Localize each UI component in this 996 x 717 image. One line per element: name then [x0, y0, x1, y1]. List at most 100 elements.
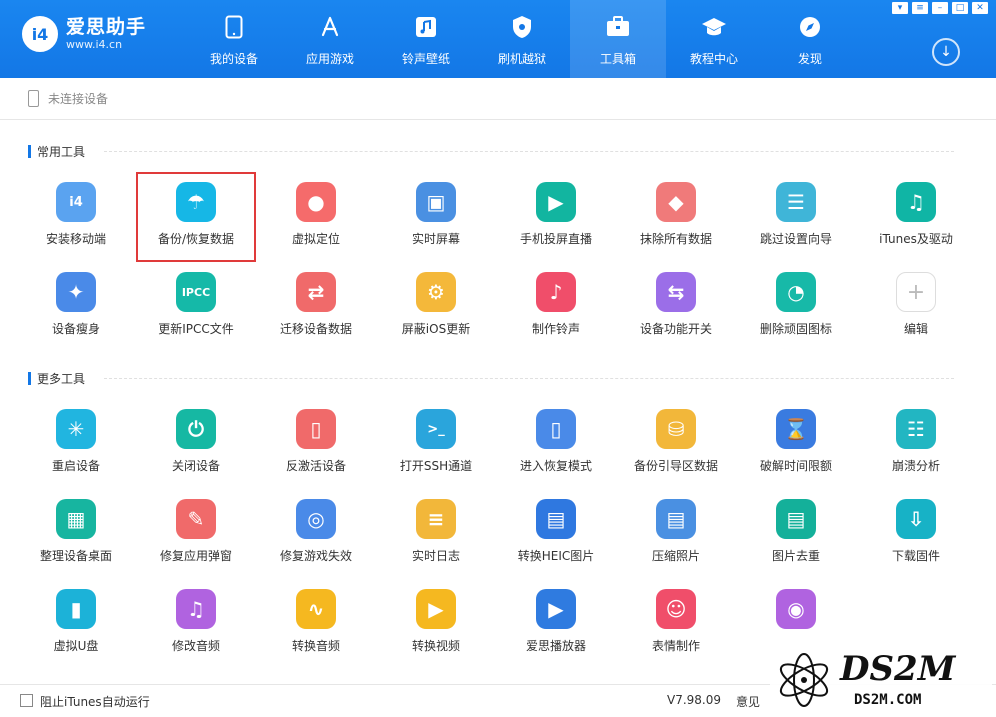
tool-label: 备份引导区数据 [633, 459, 718, 473]
device-status-bar: 未连接设备 [0, 78, 996, 120]
tool-label: 进入恢复模式 [519, 459, 592, 473]
tool-more-1[interactable]: ⏻ 关闭设备 [136, 399, 256, 489]
shield-icon [509, 14, 535, 40]
tool-common-8[interactable]: ✦ 设备瘦身 [16, 262, 136, 352]
app-store-icon [317, 14, 343, 40]
tool-common-0[interactable]: i4 安装移动端 [16, 172, 136, 262]
tool-more-7[interactable]: ☷ 崩溃分析 [856, 399, 976, 489]
tool-icon: ◉ [776, 589, 816, 629]
tool-icon: ✎ [176, 499, 216, 539]
tool-more-2[interactable]: ▯ 反激活设备 [256, 399, 376, 489]
tool-label: 修复应用弹窗 [159, 549, 232, 563]
tool-label: 迁移设备数据 [279, 322, 352, 336]
tool-more-8[interactable]: ▦ 整理设备桌面 [16, 489, 136, 579]
tool-common-2[interactable]: ● 虚拟定位 [256, 172, 376, 262]
tool-more-14[interactable]: ▤ 图片去重 [736, 489, 856, 579]
nav-tutorials[interactable]: 教程中心 [666, 0, 762, 78]
tool-more-4[interactable]: ▯ 进入恢复模式 [496, 399, 616, 489]
tool-more-0[interactable]: ✳ 重启设备 [16, 399, 136, 489]
tool-label: 崩溃分析 [891, 459, 940, 473]
tool-icon: ◎ [296, 499, 336, 539]
tool-more-17[interactable]: ♫ 修改音频 [136, 579, 256, 669]
block-itunes-checkbox[interactable] [20, 694, 33, 707]
tool-common-9[interactable]: IPCC 更新IPCC文件 [136, 262, 256, 352]
tool-icon: ◆ [656, 182, 696, 222]
tool-common-14[interactable]: ◔ 删除顽固图标 [736, 262, 856, 352]
tool-common-3[interactable]: ▣ 实时屏幕 [376, 172, 496, 262]
tool-more-12[interactable]: ▤ 转换HEIC图片 [496, 489, 616, 579]
tool-more-10[interactable]: ◎ 修复游戏失效 [256, 489, 376, 579]
tool-more-13[interactable]: ▤ 压缩照片 [616, 489, 736, 579]
feedback-link[interactable]: 意见 [736, 693, 760, 710]
tool-label: 手机投屏直播 [519, 232, 592, 246]
close-icon[interactable]: ✕ [972, 2, 988, 14]
tool-common-7[interactable]: ♫ iTunes及驱动 [856, 172, 976, 262]
common-tools-grid: i4 安装移动端 ☂ 备份/恢复数据 ● 虚拟定位 ▣ 实时屏幕 ▶ 手机投屏直播 ◆ 抹除所有数据 ☰… [16, 172, 976, 352]
tool-label: 转换视频 [411, 639, 460, 653]
tool-more-15[interactable]: ⇩ 下载固件 [856, 489, 976, 579]
skin-icon[interactable]: ▾ [892, 2, 908, 14]
menu-icon[interactable]: ≡ [912, 2, 928, 14]
tool-more-11[interactable]: ≡ 实时日志 [376, 489, 496, 579]
tool-common-13[interactable]: ⇆ 设备功能开关 [616, 262, 736, 352]
nav-flash-jailbreak[interactable]: 刷机越狱 [474, 0, 570, 78]
tool-more-19[interactable]: ▶ 转换视频 [376, 579, 496, 669]
maximize-icon[interactable]: □ [952, 2, 968, 14]
tool-label: 更新IPCC文件 [158, 322, 234, 336]
tool-label: 表情制作 [651, 639, 700, 653]
tool-common-6[interactable]: ☰ 跳过设置向导 [736, 172, 856, 262]
tool-common-4[interactable]: ▶ 手机投屏直播 [496, 172, 616, 262]
device-status-text: 未连接设备 [48, 92, 109, 106]
tool-more-20[interactable]: ▶ 爱思播放器 [496, 579, 616, 669]
tool-common-11[interactable]: ⚙ 屏蔽iOS更新 [376, 262, 496, 352]
tool-common-5[interactable]: ◆ 抹除所有数据 [616, 172, 736, 262]
tool-label: 打开SSH通道 [399, 459, 473, 473]
nav-ringtones[interactable]: 铃声壁纸 [378, 0, 474, 78]
tool-more-3[interactable]: >_ 打开SSH通道 [376, 399, 496, 489]
download-icon[interactable]: ↓ [932, 38, 960, 66]
tool-more-16[interactable]: ▮ 虚拟U盘 [16, 579, 136, 669]
tool-label: 图片去重 [771, 549, 820, 563]
nav-discover[interactable]: 发现 [762, 0, 858, 78]
nav-apps-games[interactable]: 应用游戏 [282, 0, 378, 78]
tool-more-21[interactable]: ☺ 表情制作 [616, 579, 736, 669]
logo-title: 爱思助手 [66, 16, 147, 38]
tool-common-10[interactable]: ⇄ 迁移设备数据 [256, 262, 376, 352]
tool-icon: ▦ [56, 499, 96, 539]
tool-label: 抹除所有数据 [639, 232, 712, 246]
tool-icon: ▤ [656, 499, 696, 539]
tool-more-9[interactable]: ✎ 修复应用弹窗 [136, 489, 256, 579]
nav-my-device[interactable]: 我的设备 [186, 0, 282, 78]
watermark-url: DS2M.COM [854, 692, 921, 708]
tool-common-12[interactable]: ♪ 制作铃声 [496, 262, 616, 352]
tool-icon: ∿ [296, 589, 336, 629]
tool-label: 反激活设备 [285, 459, 346, 473]
tool-icon: ▮ [56, 589, 96, 629]
tool-label: 破解时间限额 [759, 459, 832, 473]
tool-more-18[interactable]: ∿ 转换音频 [256, 579, 376, 669]
tool-label: 制作铃声 [531, 322, 580, 336]
tool-icon: ▶ [416, 589, 456, 629]
main-nav: 我的设备 应用游戏 铃声壁纸 刷机越狱 工具箱 教程中心 发现 [186, 0, 858, 78]
tool-icon: + [896, 272, 936, 312]
block-itunes-label: 阻止iTunes自动运行 [40, 695, 150, 709]
tool-more-6[interactable]: ⌛ 破解时间限额 [736, 399, 856, 489]
tool-common-15[interactable]: + 编辑 [856, 262, 976, 352]
tool-more-5[interactable]: ⛁ 备份引导区数据 [616, 399, 736, 489]
tool-label: 爱思播放器 [525, 639, 586, 653]
nav-toolbox[interactable]: 工具箱 [570, 0, 666, 78]
logo-url: www.i4.cn [66, 38, 123, 51]
section-common-tools: 常用工具 [28, 143, 954, 159]
tool-label: 设备功能开关 [639, 322, 712, 336]
logo-mark: i4 [22, 16, 58, 52]
phone-outline-icon [28, 90, 39, 107]
tool-common-1[interactable]: ☂ 备份/恢复数据 [136, 172, 256, 262]
tool-icon: ☰ [776, 182, 816, 222]
tool-label: 备份/恢复数据 [157, 232, 235, 246]
tool-label: 压缩照片 [651, 549, 700, 563]
minimize-icon[interactable]: – [932, 2, 948, 14]
tool-label: 实时屏幕 [411, 232, 460, 246]
tool-icon: ✦ [56, 272, 96, 312]
tool-icon: ▯ [536, 409, 576, 449]
tool-icon: ⇄ [296, 272, 336, 312]
